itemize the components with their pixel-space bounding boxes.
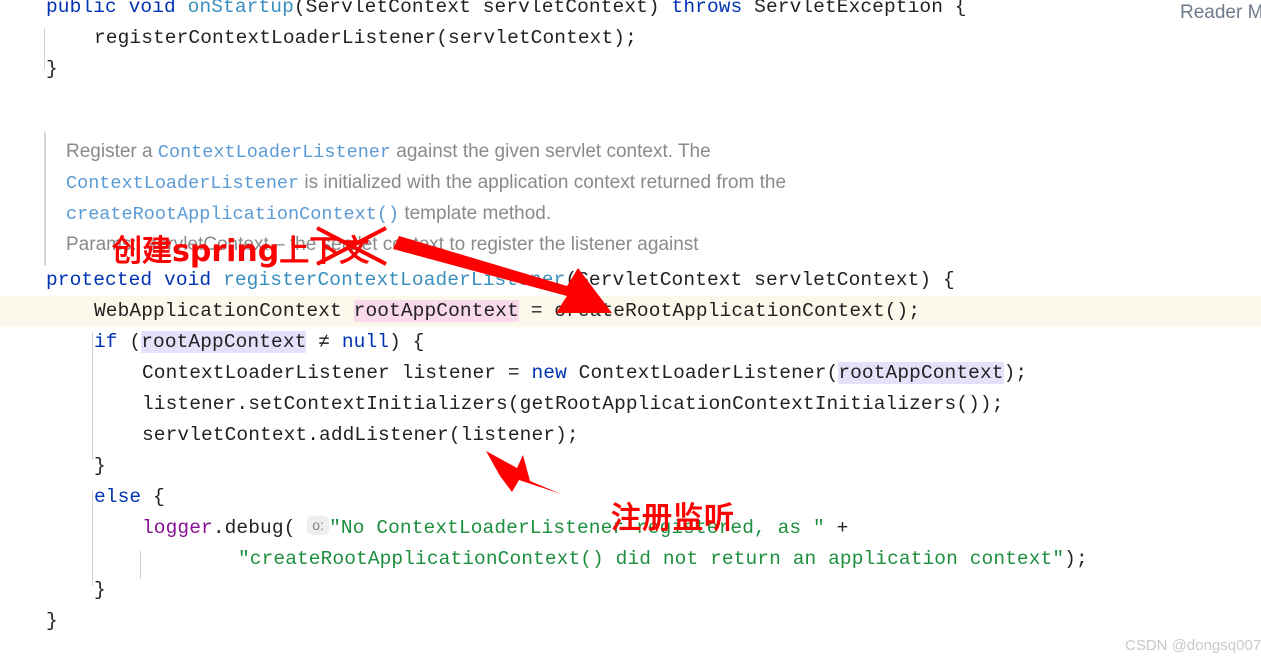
annotation-text: 创建spring上下文 [112, 234, 370, 269]
code-line-12[interactable]: else { [94, 482, 165, 513]
annotation-register-listener: 注册监听 [611, 493, 735, 537]
keyword-void: void [128, 0, 176, 18]
annotation-create-spring-context: 创建spring上下文 [112, 226, 369, 270]
csdn-watermark: CSDN @dongsq007 [1125, 637, 1261, 654]
code-text: listener.setContextInitializers(getRootA… [142, 393, 1004, 415]
code-text: .debug( [212, 517, 308, 539]
method-name-registercontextloaderlistener: registerContextLoaderListener [223, 269, 566, 291]
code-line-6[interactable]: WebApplicationContext rootAppContext = c… [94, 296, 920, 327]
variable-rootappcontext-declaration: rootAppContext [353, 300, 519, 322]
keyword-if: if [94, 331, 118, 353]
code-text: + [824, 517, 849, 539]
code-text: ) { [389, 331, 425, 353]
doc-line-1: Register a ContextLoaderListener against… [66, 136, 711, 168]
keyword-new: new [531, 362, 567, 384]
indent-guide [44, 28, 45, 69]
method-name-onstartup: onStartup [187, 0, 294, 18]
indent-guide [140, 551, 141, 579]
doc-block-rail [44, 133, 46, 265]
code-text: ( [117, 331, 142, 353]
code-text: ContextLoaderListener listener = [142, 362, 532, 384]
code-text: (ServletContext servletContext) { [565, 269, 955, 291]
parameter-hint-badge: o: [307, 516, 330, 535]
code-text: servletContext.addListener(listener); [142, 424, 579, 446]
code-text: = createRootApplicationContext(); [518, 300, 921, 322]
keyword-else: else [94, 486, 142, 508]
code-line-1[interactable]: public void onStartup(ServletContext ser… [46, 0, 967, 23]
keyword-null: null [341, 331, 390, 353]
variable-rootappcontext-usage: rootAppContext [141, 331, 307, 353]
doc-text: Register a [66, 141, 158, 162]
code-text: ServletException { [742, 0, 967, 18]
string-literal: "No ContextLoaderListener registered, as… [329, 517, 825, 539]
indent-guide [92, 490, 93, 586]
doc-link-createrootapplicationcontext[interactable]: createRootApplicationContext() [66, 204, 399, 225]
code-line-8[interactable]: ContextLoaderListener listener = new Con… [142, 358, 1027, 389]
keyword-public: public [46, 0, 117, 18]
code-editor-screen: public void onStartup(ServletContext ser… [0, 0, 1261, 665]
reader-mode-label[interactable]: Reader M [1180, 2, 1261, 24]
annotation-arrow-2 [486, 451, 561, 494]
code-text: registerContextLoaderListener(servletCon… [94, 27, 637, 49]
indent-guide [92, 332, 93, 460]
keyword-void: void [164, 269, 212, 291]
variable-rootappcontext-usage: rootAppContext [838, 362, 1004, 384]
identifier-logger: logger [142, 517, 213, 539]
code-text: ≠ [306, 331, 342, 353]
doc-text: template method. [399, 203, 552, 224]
keyword-protected: protected [46, 269, 153, 291]
code-line-7[interactable]: if (rootAppContext ≠ null) { [94, 327, 424, 358]
code-text: } [46, 58, 58, 80]
code-line-9[interactable]: listener.setContextInitializers(getRootA… [142, 389, 1004, 420]
code-text: WebApplicationContext [94, 300, 354, 322]
code-text: ); [1003, 362, 1028, 384]
code-text: } [46, 610, 58, 632]
annotation-text: 注册监听 [611, 501, 735, 536]
code-line-16[interactable]: } [46, 606, 58, 637]
doc-link-contextloaderlistener[interactable]: ContextLoaderListener [66, 173, 299, 194]
code-text: } [94, 455, 106, 477]
code-text: (ServletContext servletContext) [293, 0, 672, 18]
code-text: ); [1064, 548, 1088, 570]
string-literal: "createRootApplicationContext() did not … [238, 548, 1065, 570]
code-text: } [94, 579, 106, 601]
code-line-11[interactable]: } [94, 451, 106, 482]
code-text: ContextLoaderListener( [566, 362, 839, 384]
code-line-15[interactable]: } [94, 575, 106, 606]
code-line-2[interactable]: registerContextLoaderListener(servletCon… [94, 23, 637, 54]
code-line-14[interactable]: "createRootApplicationContext() did not … [238, 544, 1088, 575]
code-line-13[interactable]: logger.debug( o: "No ContextLoaderListene… [142, 513, 848, 544]
doc-line-2: ContextLoaderListener is initialized wit… [66, 167, 786, 199]
doc-text: against the given servlet context. The [391, 141, 711, 162]
doc-link-contextloaderlistener[interactable]: ContextLoaderListener [158, 142, 391, 163]
code-text: { [141, 486, 165, 508]
code-line-3[interactable]: } [46, 54, 58, 85]
doc-text: is initialized with the application cont… [299, 172, 787, 193]
keyword-throws: throws [671, 0, 743, 18]
code-line-10[interactable]: servletContext.addListener(listener); [142, 420, 579, 451]
